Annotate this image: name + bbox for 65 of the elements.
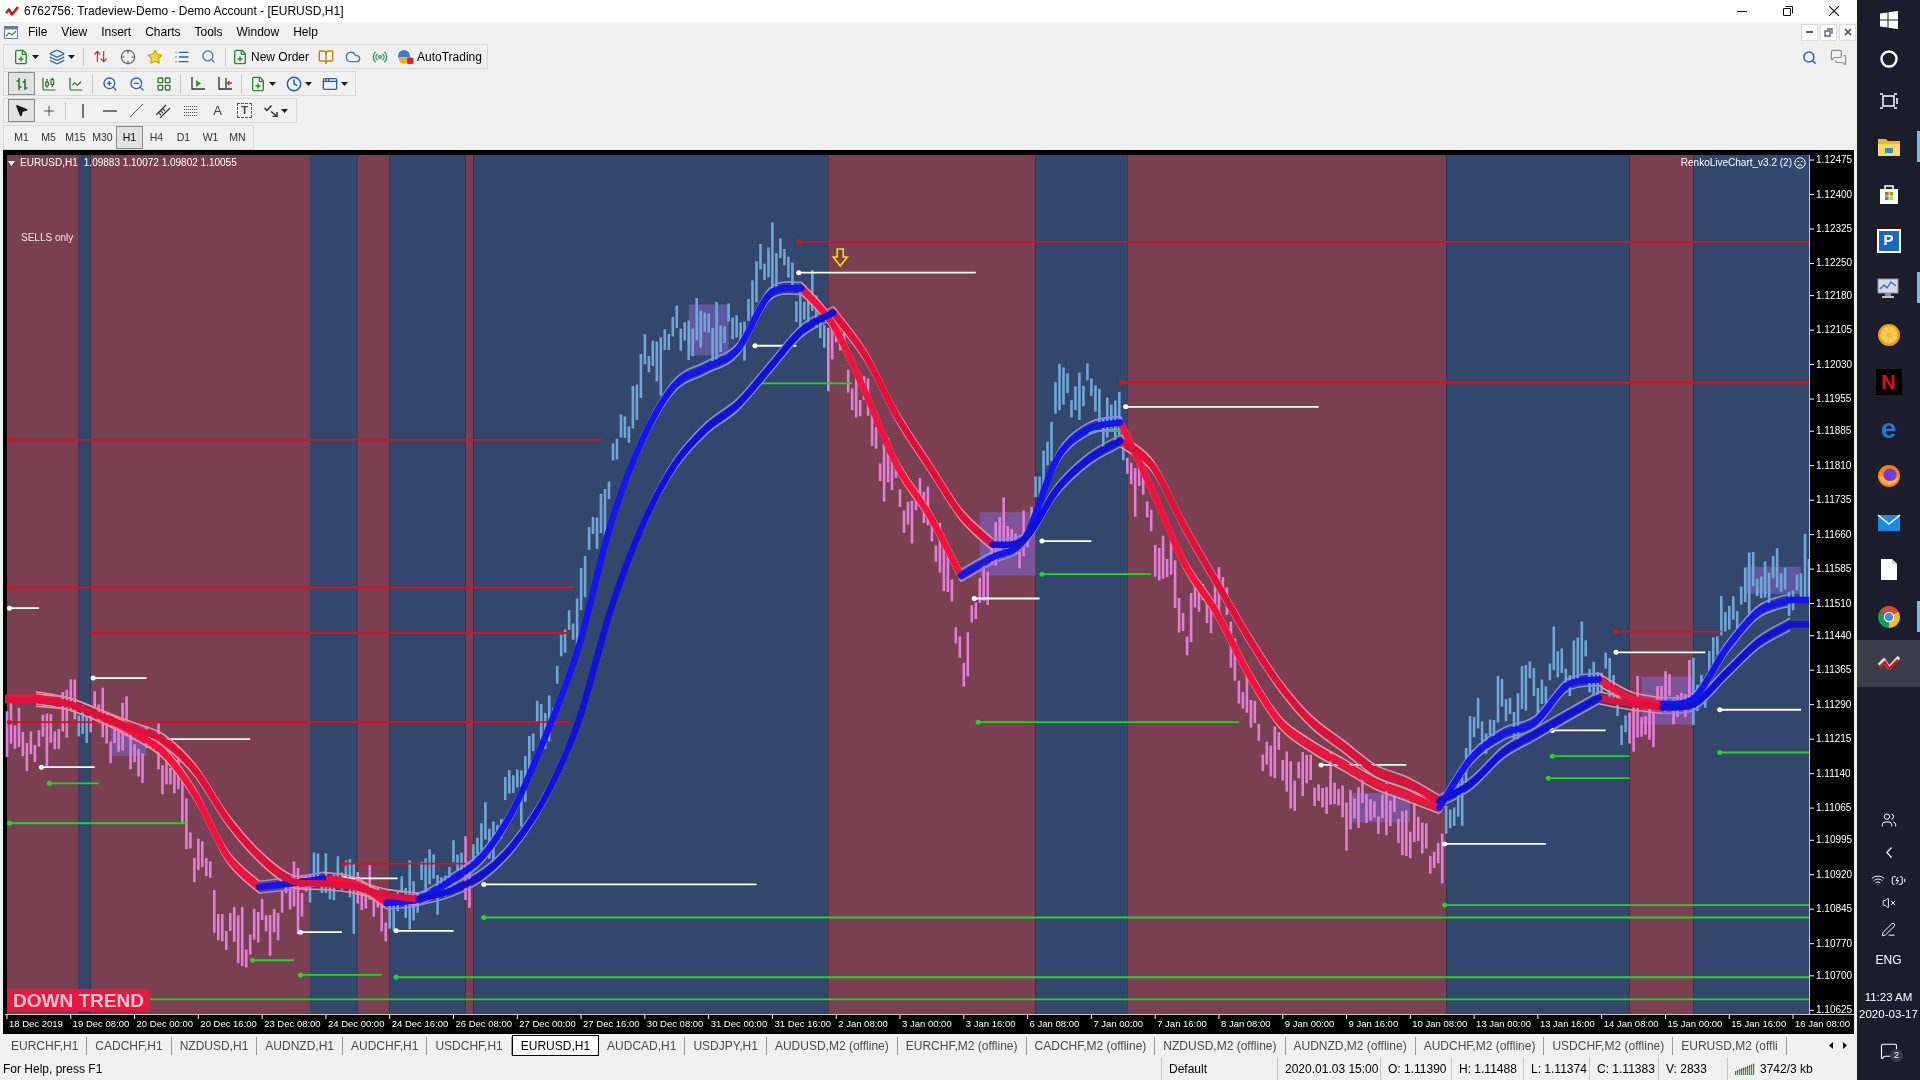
time-label: 9 Jan 00:00 <box>1284 1017 1335 1031</box>
profile-name: Default <box>1169 1060 1208 1078</box>
price-label: 1.10625 <box>1816 1003 1853 1018</box>
price-label: 1.10845 <box>1816 902 1853 917</box>
time-label: 24 Dec 16:00 <box>391 1017 449 1031</box>
high-price: H: 1.11488 <box>1459 1060 1517 1078</box>
bar-time: 2020.01.03 15:00 <box>1285 1060 1379 1078</box>
time-label: 24 Dec 00:00 <box>327 1017 385 1031</box>
time-label: 31 Dec 00:00 <box>710 1017 768 1031</box>
time-label: 27 Dec 00:00 <box>519 1017 576 1031</box>
time-label: 8 Jan 08:00 <box>1220 1017 1271 1031</box>
close-price: C: 1.11383 <box>1597 1060 1655 1078</box>
price-label: 1.12475 <box>1816 153 1853 168</box>
price-label: 1.11810 <box>1816 458 1852 473</box>
price-label: 1.10770 <box>1816 936 1853 951</box>
price-label: 1.11290 <box>1816 697 1852 712</box>
price-label: 1.11735 <box>1816 493 1852 508</box>
time-label: 2 Jan 08:00 <box>838 1017 888 1031</box>
time-label: 27 Dec 16:00 <box>583 1017 640 1031</box>
time-label: 10 Jan 08:00 <box>1412 1017 1468 1031</box>
time-label: 16 Jan 08:00 <box>1795 1017 1850 1031</box>
price-label: 1.11140 <box>1816 766 1851 781</box>
time-label: 3 Jan 00:00 <box>902 1017 952 1031</box>
price-label: 1.11885 <box>1816 424 1852 439</box>
price-label: 1.12180 <box>1816 288 1853 303</box>
time-label: 20 Dec 00:00 <box>136 1017 194 1031</box>
price-label: 1.11365 <box>1816 663 1852 678</box>
volume-value: V: 2833 <box>1666 1060 1707 1078</box>
help-text: For Help, press F1 <box>3 1060 103 1078</box>
time-label: 30 Dec 08:00 <box>646 1017 704 1031</box>
price-label: 1.11440 <box>1816 628 1852 643</box>
time-label: 7 Jan 16:00 <box>1157 1017 1207 1031</box>
open-price: O: 1.11390 <box>1388 1060 1447 1078</box>
time-label: 18 Dec 2019 <box>9 1017 63 1031</box>
time-label: 23 Dec 08:00 <box>264 1017 321 1031</box>
time-label: 13 Jan 00:00 <box>1476 1017 1532 1031</box>
price-label: 1.12105 <box>1816 323 1853 338</box>
price-label: 1.12400 <box>1816 187 1853 202</box>
window-title: 6762756: Tradeview-Demo - Demo Account - [EURUSD,H1] <box>24 3 344 20</box>
price-label: 1.10995 <box>1816 833 1853 848</box>
time-label: 6 Jan 08:00 <box>1029 1017 1080 1031</box>
time-label: 3 Jan 16:00 <box>965 1017 1016 1031</box>
time-label: 26 Dec 08:00 <box>455 1017 512 1031</box>
low-price: L: 1.11374 <box>1531 1060 1587 1078</box>
price-label: 1.10920 <box>1816 867 1853 882</box>
price-label: 1.12030 <box>1816 357 1853 372</box>
time-label: 20 Dec 16:00 <box>200 1017 257 1031</box>
time-label: 13 Jan 16:00 <box>1539 1017 1595 1031</box>
price-label: 1.11065 <box>1816 801 1852 816</box>
price-label: 1.11660 <box>1816 527 1852 542</box>
time-label: 15 Jan 16:00 <box>1731 1017 1787 1031</box>
price-label: 1.11955 <box>1816 392 1852 407</box>
time-label: 15 Jan 00:00 <box>1667 1017 1723 1031</box>
price-label: 1.11585 <box>1816 562 1852 577</box>
time-label: 9 Jan 16:00 <box>1348 1017 1399 1031</box>
traffic-value: 3742/3 kb <box>1760 1060 1813 1078</box>
time-label: 19 Dec 08:00 <box>72 1017 130 1031</box>
time-label: 31 Dec 16:00 <box>774 1017 831 1031</box>
price-label: 1.12325 <box>1816 222 1853 236</box>
price-label: 1.11510 <box>1816 596 1852 611</box>
time-label: 7 Jan 00:00 <box>1093 1017 1144 1031</box>
price-label: 1.12250 <box>1816 256 1853 271</box>
time-label: 14 Jan 08:00 <box>1603 1017 1659 1031</box>
price-label: 1.11215 <box>1816 732 1852 747</box>
price-label: 1.10700 <box>1816 968 1853 983</box>
